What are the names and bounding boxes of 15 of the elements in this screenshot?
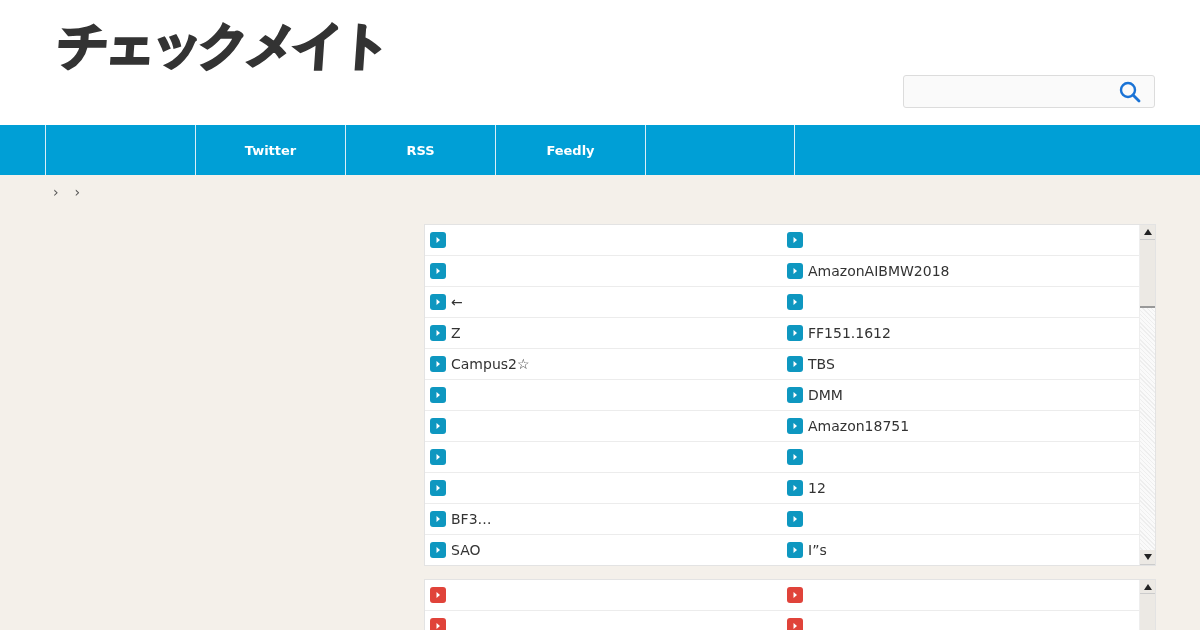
list-link[interactable]: AmazonAIBMW2018: [808, 263, 950, 279]
list-link[interactable]: TBS: [808, 356, 835, 372]
list-link[interactable]: 12: [808, 480, 826, 496]
list-link[interactable]: Amazon18751: [808, 418, 910, 434]
list-link[interactable]: BF3…: [451, 511, 492, 527]
list-link[interactable]: SAO: [451, 542, 481, 558]
breadcrumb-separator: ›: [74, 184, 81, 200]
site-logo[interactable]: チェックメイト: [56, 18, 389, 73]
list-link[interactable]: FF151.1612: [808, 325, 891, 341]
breadcrumb-separator: ›: [53, 184, 59, 200]
list-link[interactable]: Campus2☆: [451, 356, 530, 372]
list-link[interactable]: I”s: [808, 542, 827, 558]
list-link[interactable]: ←: [451, 294, 463, 310]
list-link[interactable]: DMM: [808, 387, 843, 403]
list-link[interactable]: Z: [451, 325, 461, 341]
